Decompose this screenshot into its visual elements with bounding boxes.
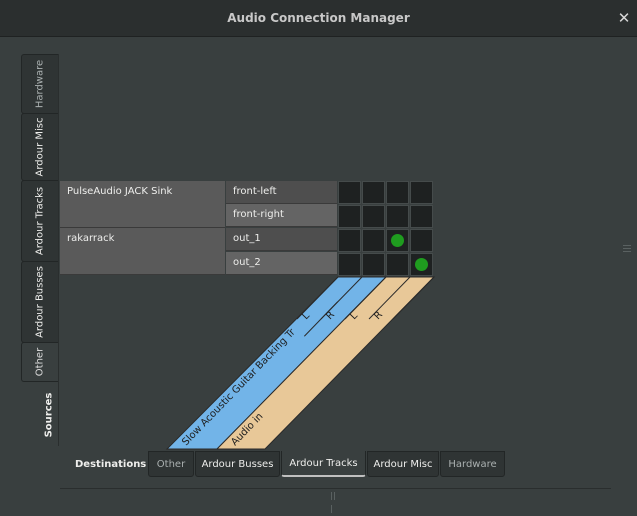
destination-tab-label: Other [156, 459, 186, 470]
destination-tab-label: Hardware [448, 459, 497, 470]
destination-tab-label: Ardour Misc [373, 459, 433, 470]
destination-tab-label: Ardour Tracks [289, 458, 358, 469]
destination-tab-ardour-busses[interactable]: Ardour Busses [195, 451, 280, 477]
destination-tab-ardour-misc[interactable]: Ardour Misc [367, 451, 439, 477]
destination-tab-ardour-tracks[interactable]: Ardour Tracks [281, 451, 366, 477]
divider [60, 488, 611, 489]
destination-tab-hardware[interactable]: Hardware [440, 451, 505, 477]
destination-tab-other[interactable]: Other [148, 451, 194, 477]
destination-columns: L R L R Slow Acoustic Guitar Backing Tr … [165, 276, 436, 450]
destination-tab-label: Ardour Busses [201, 459, 274, 470]
destinations-label: Destinations [75, 459, 147, 470]
horizontal-resize-handle[interactable] [60, 490, 611, 513]
